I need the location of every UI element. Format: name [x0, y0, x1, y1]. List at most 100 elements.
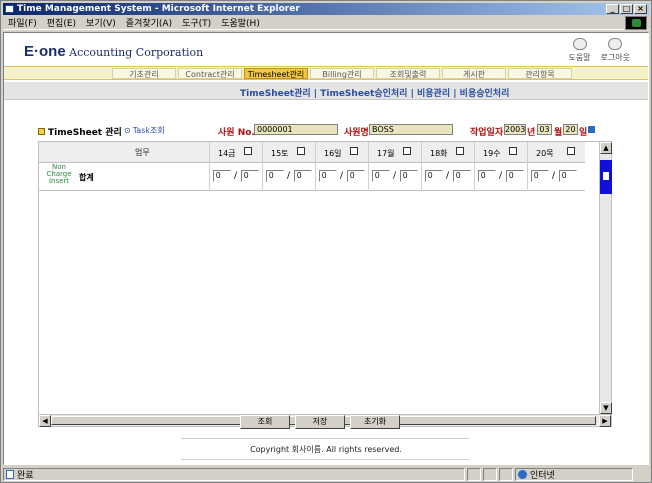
scroll-down-icon[interactable]: ▼ — [600, 402, 612, 414]
help-icon — [572, 38, 587, 50]
brand-mark: E·one — [24, 43, 66, 60]
day-label: 18화 — [430, 149, 448, 158]
status-main: 완료 — [3, 467, 465, 481]
browser-window: Time Management System - Microsoft Inter… — [0, 0, 652, 483]
tab-contract[interactable]: Contract관리 — [178, 68, 242, 79]
sub-navigation: TimeSheet관리 | TimeSheet승인처리 | 비용관리 | 비용승… — [4, 82, 648, 100]
day-label: 17월 — [377, 149, 395, 158]
status-zone: 인터넷 — [515, 467, 633, 481]
status-pane — [499, 467, 513, 481]
time-cell: 0/0 — [474, 163, 527, 191]
status-bar: 완료 인터넷 — [3, 467, 649, 481]
menu-file[interactable]: 파일(F) — [3, 16, 42, 29]
hours-input[interactable]: 0 — [266, 170, 284, 182]
minutes-input[interactable]: 0 — [241, 170, 259, 182]
logout-link[interactable]: 로그아웃 — [601, 38, 630, 63]
status-pane — [467, 467, 481, 481]
time-cell: 0/0 — [315, 163, 368, 191]
menu-view[interactable]: 보기(V) — [81, 16, 121, 29]
minutes-input[interactable]: 0 — [506, 170, 524, 182]
windows-logo-icon — [625, 16, 647, 30]
task-column-header: 업무 — [135, 148, 150, 157]
year-field[interactable]: 2003 — [504, 124, 526, 135]
zone-text: 인터넷 — [530, 470, 555, 481]
table-row: Non Charge Insert 합계 0/0 0/0 0/0 0/0 0/0 — [39, 163, 585, 191]
status-text: 완료 — [17, 470, 34, 481]
help-link[interactable]: 도움말 — [568, 38, 591, 63]
status-pane — [483, 467, 497, 481]
minutes-input[interactable]: 0 — [347, 170, 365, 182]
minutes-input[interactable]: 0 — [294, 170, 312, 182]
hours-input[interactable]: 0 — [213, 170, 231, 182]
employee-name-label: 사원명 — [344, 128, 369, 138]
day-checkbox[interactable] — [350, 147, 358, 155]
minutes-input[interactable]: 0 — [559, 170, 577, 182]
scroll-marker — [600, 160, 612, 194]
minutes-input[interactable]: 0 — [453, 170, 471, 182]
month-field[interactable]: 03 — [537, 124, 552, 135]
help-link-label: 도움말 — [568, 53, 591, 62]
query-button[interactable]: 조회 — [240, 415, 290, 429]
hours-input[interactable]: 0 — [319, 170, 337, 182]
brand-name: Accounting Corporation — [69, 46, 204, 59]
scroll-left-icon[interactable]: ◀ — [39, 415, 51, 427]
employee-no-field[interactable]: 0000001 — [254, 124, 338, 135]
day-label: 19수 — [483, 149, 501, 158]
tab-board[interactable]: 게시판 — [442, 68, 506, 79]
day-checkbox[interactable] — [403, 147, 411, 155]
save-button[interactable]: 저장 — [295, 415, 345, 429]
tab-timesheet[interactable]: Timesheet관리 — [244, 68, 308, 79]
day-field[interactable]: 20 — [563, 124, 578, 135]
reset-button[interactable]: 초기화 — [350, 415, 400, 429]
internet-zone-icon — [518, 469, 527, 479]
day-label: 16일 — [324, 149, 342, 158]
next-date-icon[interactable] — [588, 126, 595, 133]
page-content: E·one Accounting Corporation 도움말 로그아웃 기초… — [3, 32, 649, 465]
day-checkbox[interactable] — [244, 147, 252, 155]
scroll-right-icon[interactable]: ▶ — [599, 415, 611, 427]
day-label: 20목 — [536, 149, 554, 158]
subnav-links[interactable]: TimeSheet관리 | TimeSheet승인처리 | 비용관리 | 비용승… — [240, 86, 509, 99]
day-label: 14금 — [218, 149, 236, 158]
menu-tools[interactable]: 도구(T) — [177, 16, 216, 29]
vertical-scrollbar[interactable]: ▲ ▼ — [599, 142, 612, 414]
action-buttons: 조회 저장 초기화 — [240, 415, 400, 429]
time-cell: 0/0 — [368, 163, 421, 191]
hours-input[interactable]: 0 — [425, 170, 443, 182]
scroll-up-icon[interactable]: ▲ — [600, 142, 612, 154]
day-header: 15토 — [262, 142, 315, 163]
hours-input[interactable]: 0 — [372, 170, 390, 182]
window-title: Time Management System - Microsoft Inter… — [17, 4, 300, 14]
day-checkbox[interactable] — [567, 147, 575, 155]
year-unit: 년 — [527, 128, 536, 138]
footer-divider — [181, 438, 469, 439]
day-checkbox[interactable] — [297, 147, 305, 155]
logout-icon — [608, 38, 623, 50]
logout-link-label: 로그아웃 — [600, 53, 630, 62]
employee-name-field[interactable]: BOSS — [369, 124, 453, 135]
minutes-input[interactable]: 0 — [400, 170, 418, 182]
menu-favorites[interactable]: 즐겨찾기(A) — [121, 16, 177, 29]
hours-input[interactable]: 0 — [478, 170, 496, 182]
tab-report[interactable]: 조회및출력 — [376, 68, 440, 79]
hours-input[interactable]: 0 — [531, 170, 549, 182]
window-controls: _ □ × — [606, 4, 647, 14]
tab-basic[interactable]: 기초관리 — [112, 68, 176, 79]
day-header: 18화 — [421, 142, 474, 163]
top-links: 도움말 로그아웃 — [568, 38, 630, 63]
tab-manage[interactable]: 관리항목 — [508, 68, 572, 79]
minimize-button[interactable]: _ — [606, 4, 619, 14]
day-checkbox[interactable] — [509, 147, 517, 155]
non-charge-insert-link[interactable]: Non Charge Insert — [44, 163, 74, 185]
month-unit: 월 — [554, 128, 563, 138]
tab-billing[interactable]: Billing관리 — [310, 68, 374, 79]
menu-edit[interactable]: 편집(E) — [42, 16, 81, 29]
maximize-button[interactable]: □ — [620, 4, 633, 14]
day-checkbox[interactable] — [456, 147, 464, 155]
menu-help[interactable]: 도움말(H) — [216, 16, 265, 29]
task-lookup-link[interactable]: ⊙ Task조회 — [124, 125, 165, 136]
arrow-icon: ⊙ — [124, 126, 131, 135]
close-button[interactable]: × — [634, 4, 647, 14]
footer-divider — [181, 459, 469, 460]
task-lookup-label: Task조회 — [132, 126, 165, 135]
